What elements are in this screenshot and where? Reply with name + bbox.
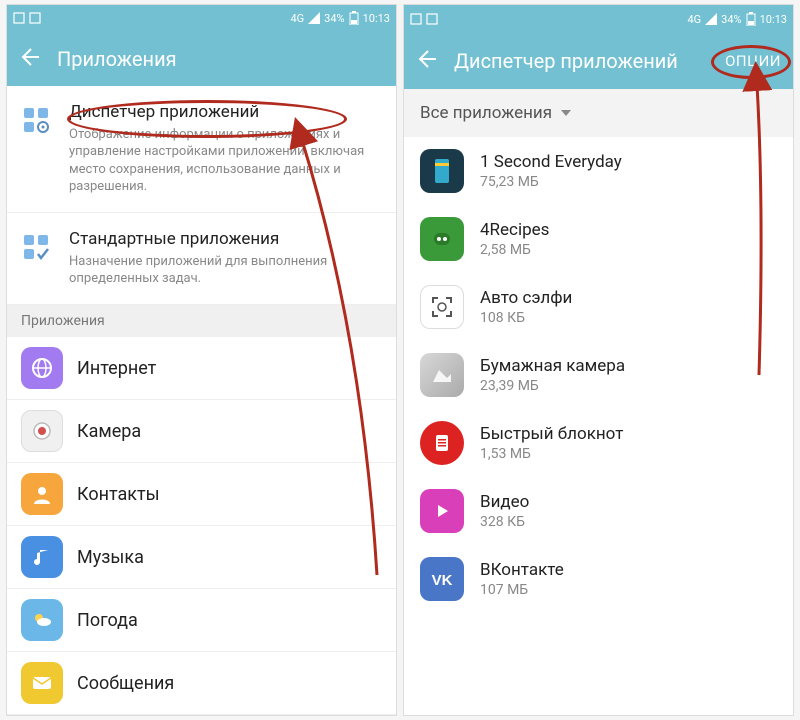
list-item[interactable]: VK ВКонтакте 107 МБ xyxy=(404,545,793,613)
appbar-left: Приложения xyxy=(7,32,396,86)
app-name: Видео xyxy=(480,492,529,512)
internet-icon xyxy=(21,347,63,389)
app-size: 107 МБ xyxy=(480,582,564,598)
app-name: Сообщения xyxy=(77,673,174,694)
default-apps-sub: Назначение приложений для выполнения опр… xyxy=(69,253,380,288)
battery-icon xyxy=(746,12,756,26)
list-item[interactable]: Бумажная камера 23,39 МБ xyxy=(404,341,793,409)
options-button[interactable]: ОПЦИИ xyxy=(725,52,781,70)
apps-grid-gear-icon xyxy=(19,102,55,138)
back-button[interactable] xyxy=(416,49,436,73)
app-icon-video xyxy=(420,489,464,533)
phone-left: 4G 34% 10:13 Приложения Диспетчер прилож… xyxy=(6,4,397,716)
filter-label: Все приложения xyxy=(420,103,552,123)
status-bar: 4G 34% 10:13 xyxy=(7,5,396,32)
settings-item-default-apps[interactable]: Стандартные приложения Назначение прилож… xyxy=(7,213,396,305)
page-title: Диспетчер приложений xyxy=(454,49,725,73)
app-size: 75,23 МБ xyxy=(480,174,622,190)
app-size: 328 КБ xyxy=(480,514,529,530)
list-item[interactable]: 1 Second Everyday 75,23 МБ xyxy=(404,137,793,205)
app-name: 4Recipes xyxy=(480,220,549,240)
screenshot2-icon xyxy=(29,12,41,24)
app-size: 1,53 МБ xyxy=(480,446,623,462)
arrow-left-icon xyxy=(416,49,436,69)
list-item[interactable]: Быстрый блокнот 1,53 МБ xyxy=(404,409,793,477)
battery-pct: 34% xyxy=(324,12,344,25)
app-size: 2,58 МБ xyxy=(480,242,549,258)
app-size: 23,39 МБ xyxy=(480,378,625,394)
list-item[interactable]: Музыка xyxy=(7,526,396,589)
apps-grid-check-icon xyxy=(19,229,55,265)
app-name: Контакты xyxy=(77,484,160,505)
list-item[interactable]: Интернет xyxy=(7,337,396,400)
battery-pct: 34% xyxy=(721,13,741,26)
network-label: 4G xyxy=(290,12,304,25)
page-title: Приложения xyxy=(57,47,384,71)
list-item[interactable]: Погода xyxy=(7,589,396,652)
arrow-left-icon xyxy=(19,47,39,67)
network-label: 4G xyxy=(687,13,701,26)
app-icon-vk: VK xyxy=(420,557,464,601)
app-icon-1se xyxy=(420,149,464,193)
phone-right: 4G 34% 10:13 Диспетчер приложений ОПЦИИ … xyxy=(403,4,794,716)
section-header-apps: Приложения xyxy=(7,305,396,337)
music-icon xyxy=(21,536,63,578)
signal-icon xyxy=(308,12,320,24)
status-bar: 4G 34% 10:13 xyxy=(404,5,793,33)
clock: 10:13 xyxy=(363,12,390,25)
svg-text:VK: VK xyxy=(432,572,453,589)
app-name: 1 Second Everyday xyxy=(480,152,622,172)
list-item[interactable]: Сообщения xyxy=(7,652,396,715)
app-name: Музыка xyxy=(77,547,144,568)
app-manager-sub: Отображение информации о приложениях и у… xyxy=(69,126,380,196)
app-name: ВКонтакте xyxy=(480,560,564,580)
battery-icon xyxy=(349,11,359,25)
list-item[interactable]: Авто сэлфи 108 КБ xyxy=(404,273,793,341)
app-name: Авто сэлфи xyxy=(480,288,572,308)
list-item[interactable]: Видео 328 КБ xyxy=(404,477,793,545)
camera-icon xyxy=(21,410,63,452)
list-item[interactable]: Контакты xyxy=(7,463,396,526)
clock: 10:13 xyxy=(760,13,787,26)
app-icon-autoselfie xyxy=(420,285,464,329)
screenshot-icon xyxy=(13,12,25,24)
app-manager-title: Диспетчер приложений xyxy=(69,102,380,122)
screenshot2-icon xyxy=(426,13,438,25)
weather-icon xyxy=(21,599,63,641)
app-name: Быстрый блокнот xyxy=(480,424,623,444)
app-name: Интернет xyxy=(77,358,156,379)
app-icon-notepad xyxy=(420,421,464,465)
app-icon-papercamera xyxy=(420,353,464,397)
app-icon-4recipes xyxy=(420,217,464,261)
settings-item-app-manager[interactable]: Диспетчер приложений Отображение информа… xyxy=(7,86,396,213)
signal-icon xyxy=(705,13,717,25)
app-size: 108 КБ xyxy=(480,310,572,326)
chevron-down-icon xyxy=(560,107,572,119)
app-name: Бумажная камера xyxy=(480,356,625,376)
list-item[interactable]: Камера xyxy=(7,400,396,463)
appbar-right: Диспетчер приложений ОПЦИИ xyxy=(404,33,793,89)
back-button[interactable] xyxy=(19,47,39,71)
default-apps-title: Стандартные приложения xyxy=(69,229,380,249)
screenshot-icon xyxy=(410,13,422,25)
filter-dropdown[interactable]: Все приложения xyxy=(404,89,793,137)
messages-icon xyxy=(21,662,63,704)
list-item[interactable]: 4Recipes 2,58 МБ xyxy=(404,205,793,273)
app-name: Погода xyxy=(77,610,138,631)
app-name: Камера xyxy=(77,421,141,442)
contacts-icon xyxy=(21,473,63,515)
